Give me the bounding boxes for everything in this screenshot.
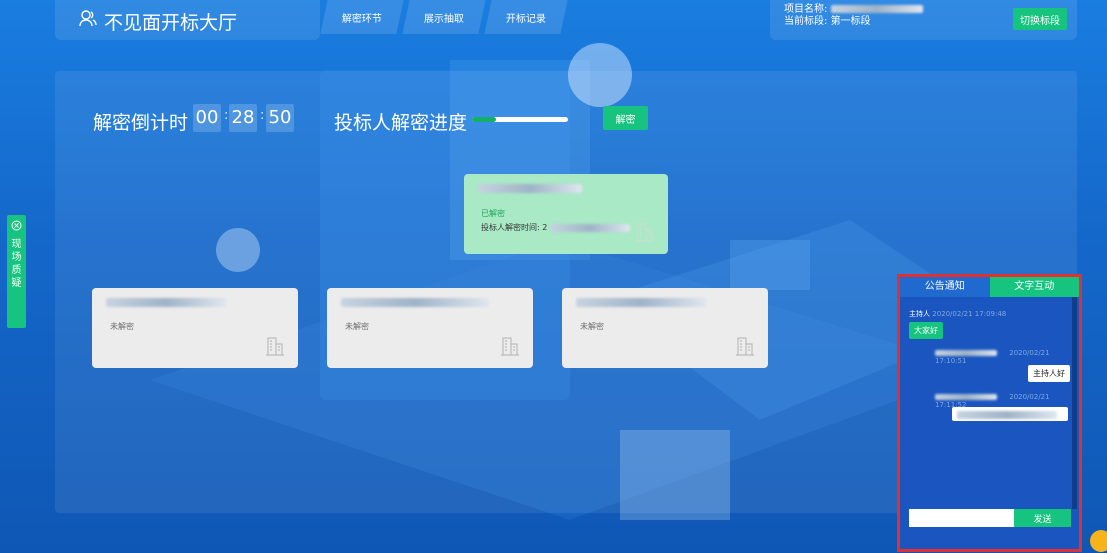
building-icon bbox=[501, 337, 519, 356]
countdown-seconds: 50 bbox=[266, 104, 294, 132]
page-title: 不见面开标大厅 bbox=[104, 12, 238, 34]
redacted-sender bbox=[935, 394, 997, 400]
progress-label: 投标人解密进度 bbox=[334, 112, 468, 134]
chat-input[interactable] bbox=[909, 509, 1019, 527]
redacted-time bbox=[549, 223, 630, 232]
chat-scrollbar[interactable] bbox=[1072, 297, 1077, 509]
tab-announcement[interactable]: 公告通知 bbox=[900, 277, 990, 297]
redacted-message bbox=[957, 410, 1057, 419]
chat-message: 大家好 bbox=[909, 322, 943, 339]
users-icon bbox=[79, 10, 97, 27]
decrypt-button[interactable]: 解密 bbox=[603, 106, 648, 130]
redacted-bidder-name bbox=[576, 298, 706, 307]
current-section-value: 第一标段 bbox=[830, 16, 871, 27]
tab-show-extract[interactable]: 展示抽取 bbox=[402, 0, 486, 34]
decrypt-time: 投标人解密时间: 2 bbox=[481, 222, 630, 233]
building-icon bbox=[266, 337, 284, 356]
bidder-card: 已解密 投标人解密时间: 2 bbox=[464, 174, 668, 254]
tab-decrypt-stage[interactable]: 解密环节 bbox=[320, 0, 404, 34]
building-icon bbox=[636, 223, 654, 242]
bidder-card: 未解密 bbox=[327, 288, 533, 368]
message-time: 2020/02/21 17:09:48 bbox=[932, 310, 1007, 318]
bidder-card: 未解密 bbox=[562, 288, 768, 368]
bidder-card: 未解密 bbox=[92, 288, 298, 368]
countdown-separator: : bbox=[260, 108, 265, 123]
progress-fill bbox=[472, 117, 496, 122]
decrypt-status: 未解密 bbox=[580, 322, 604, 331]
countdown-separator: : bbox=[224, 108, 229, 123]
building-icon bbox=[736, 337, 754, 356]
chat-message bbox=[952, 407, 1068, 421]
chat-messages: 主持人 2020/02/21 17:09:48 大家好 2020/02/21 1… bbox=[900, 297, 1072, 509]
project-name-label: 项目名称: bbox=[784, 4, 828, 15]
countdown-label: 解密倒计时 bbox=[93, 112, 189, 134]
message-sender: 主持人 bbox=[909, 310, 930, 318]
send-button[interactable]: 发送 bbox=[1014, 509, 1071, 527]
message-header: 主持人 2020/02/21 17:09:48 bbox=[909, 309, 1006, 319]
decrypt-status: 未解密 bbox=[345, 322, 369, 331]
query-icon bbox=[11, 220, 22, 231]
countdown-minutes: 28 bbox=[229, 104, 257, 132]
stage-tabs: 解密环节 展示抽取 开标记录 bbox=[320, 0, 568, 34]
chat-tabs: 公告通知 文字互动 bbox=[900, 277, 1079, 297]
decrypt-progress-bar bbox=[472, 117, 568, 122]
current-section-label: 当前标段: bbox=[784, 16, 828, 27]
redacted-bidder-name bbox=[478, 184, 582, 193]
redacted-sender bbox=[935, 350, 997, 356]
redacted-bidder-name bbox=[106, 298, 226, 307]
message-header: 2020/02/21 17:10:51 bbox=[935, 349, 1072, 365]
decrypt-status: 未解密 bbox=[110, 322, 134, 331]
onsite-query-label: 现场质疑 bbox=[11, 239, 22, 289]
switch-section-button[interactable]: 切换标段 bbox=[1013, 8, 1067, 30]
redacted-bidder-name bbox=[341, 298, 489, 307]
tab-opening-record[interactable]: 开标记录 bbox=[484, 0, 568, 34]
onsite-query-tab[interactable]: 现场质疑 bbox=[7, 215, 26, 328]
chat-message: 主持人好 bbox=[1028, 365, 1070, 382]
chat-panel: 公告通知 文字互动 主持人 2020/02/21 17:09:48 大家好 20… bbox=[897, 274, 1082, 552]
help-icon[interactable] bbox=[1090, 530, 1107, 552]
project-info: 项目名称: 当前标段: 第一标段 bbox=[784, 4, 923, 28]
countdown-hours: 00 bbox=[193, 104, 221, 132]
redacted-project-name bbox=[830, 5, 923, 13]
tab-text-interaction[interactable]: 文字互动 bbox=[989, 277, 1079, 297]
decrypt-status: 已解密 bbox=[481, 209, 505, 218]
